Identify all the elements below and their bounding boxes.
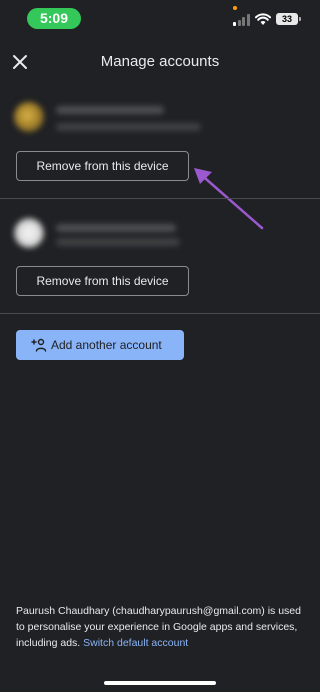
add-account-button[interactable]: Add another account — [16, 330, 184, 360]
remove-account-button[interactable]: Remove from this device — [16, 266, 189, 296]
status-bar: 5:09 33 — [0, 0, 320, 40]
battery-icon: 33 — [276, 13, 301, 25]
add-person-icon — [31, 338, 47, 352]
remove-account-button[interactable]: Remove from this device — [16, 151, 189, 181]
annotation-arrow — [194, 168, 264, 230]
home-indicator[interactable] — [104, 681, 216, 685]
account-email-redacted — [56, 238, 180, 246]
status-time: 5:09 — [27, 8, 81, 29]
divider — [0, 198, 320, 199]
avatar — [14, 218, 44, 248]
divider — [0, 313, 320, 314]
account-name-redacted — [56, 106, 164, 114]
avatar — [14, 102, 44, 132]
footer-info: Paurush Chaudhary (chaudharypaurush@gmai… — [16, 603, 306, 651]
page-title: Manage accounts — [100, 53, 220, 70]
mic-indicator-dot — [233, 6, 237, 10]
switch-default-account-link[interactable]: Switch default account — [83, 637, 188, 649]
add-account-label: Add another account — [51, 338, 162, 352]
signal-icon — [233, 14, 250, 26]
wifi-icon — [255, 13, 271, 25]
account-email-redacted — [56, 123, 201, 131]
account-name-redacted — [56, 224, 176, 232]
